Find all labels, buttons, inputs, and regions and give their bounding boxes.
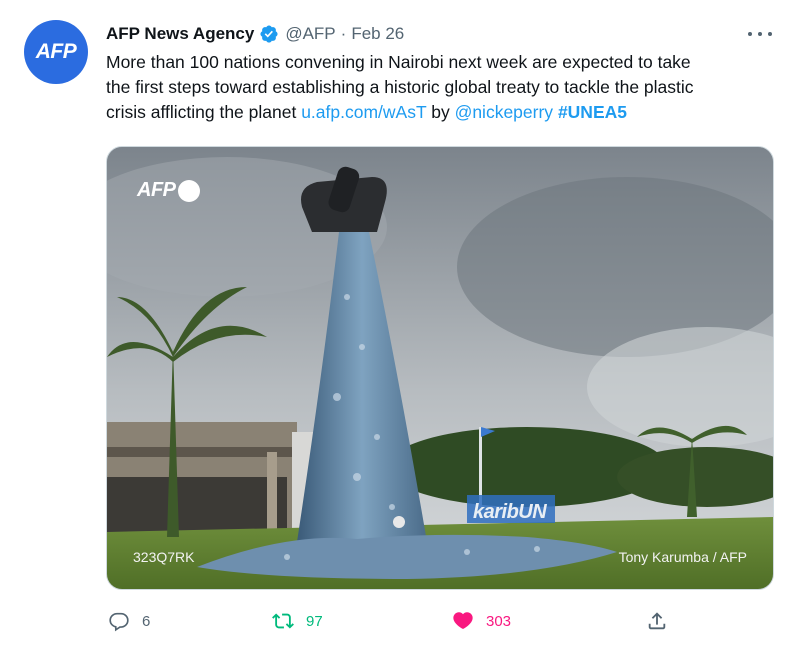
like-button[interactable]: 303 bbox=[452, 606, 511, 636]
tweet-mention[interactable]: @nickeperry bbox=[455, 102, 554, 122]
tweet-by-text: by bbox=[426, 102, 455, 122]
photo-code: 323Q7RK bbox=[133, 549, 195, 565]
share-button[interactable] bbox=[646, 606, 668, 636]
reply-count: 6 bbox=[142, 612, 151, 630]
retweet-icon bbox=[272, 613, 294, 629]
author-handle[interactable]: @AFP bbox=[285, 24, 335, 44]
like-count: 303 bbox=[486, 612, 512, 630]
tweet-header: AFP News Agency @AFP · Feb 26 bbox=[106, 22, 404, 46]
retweet-count: 97 bbox=[306, 612, 323, 630]
photo-watermark-logo: AFP bbox=[137, 179, 200, 202]
heart-icon bbox=[453, 612, 473, 629]
photo-illustration bbox=[107, 147, 773, 589]
separator-dot: · bbox=[340, 24, 347, 43]
tweet-actions: 6 97 303 bbox=[106, 606, 774, 636]
avatar-logo-text: AFP bbox=[35, 40, 77, 63]
more-dots-icon[interactable] bbox=[748, 28, 772, 40]
reply-button[interactable]: 6 bbox=[108, 606, 150, 636]
tweet-link[interactable]: u.afp.com/wAsT bbox=[301, 102, 426, 122]
tweet-text: More than 100 nations convening in Nairo… bbox=[106, 50, 786, 125]
photo-watermark-text: AFP bbox=[137, 179, 176, 201]
reply-bubble-icon bbox=[109, 612, 129, 632]
verified-badge-icon bbox=[260, 25, 278, 43]
tweet-date[interactable]: Feb 26 bbox=[351, 24, 404, 44]
photo-sign-text: karibUN bbox=[473, 501, 547, 523]
tweet-hashtag[interactable]: #UNEA5 bbox=[558, 102, 627, 122]
avatar[interactable]: AFP bbox=[24, 20, 88, 84]
photo-credit: Tony Karumba / AFP bbox=[618, 549, 747, 565]
author-name[interactable]: AFP News Agency bbox=[106, 24, 254, 44]
retweet-button[interactable]: 97 bbox=[272, 606, 323, 636]
tweet-photo[interactable]: AFP karibUN 323Q7RK Tony Karumba / AFP bbox=[106, 146, 774, 590]
share-icon bbox=[648, 612, 666, 630]
watermark-dot-icon bbox=[177, 179, 200, 202]
tweet[interactable]: AFP AFP News Agency @AFP · Feb 26 More t… bbox=[0, 0, 800, 668]
